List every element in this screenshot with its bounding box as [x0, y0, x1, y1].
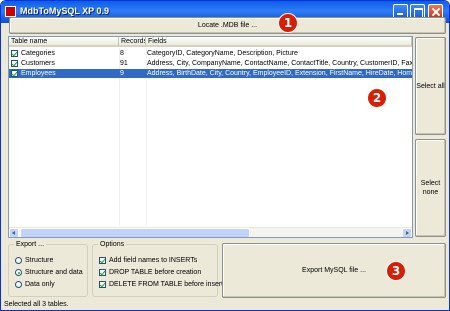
row-records: 9 — [120, 70, 124, 77]
option-checkbox[interactable] — [99, 257, 106, 264]
horizontal-scrollbar[interactable] — [9, 227, 412, 237]
row-fields: Address, City, CompanyName, ContactName,… — [147, 60, 412, 67]
export-option-structure-and-data[interactable]: Structure and data — [15, 268, 83, 277]
export-mysql-button[interactable]: Export MySQL file ... — [222, 243, 446, 298]
window-title: MdbToMySQL XP 0.9 — [20, 6, 110, 16]
export-option-label: Data only — [25, 281, 55, 288]
export-option-label: Structure and data — [25, 269, 83, 276]
radio-button[interactable] — [15, 257, 22, 264]
row-records: 91 — [120, 60, 128, 67]
option-label: DELETE FROM TABLE before insert — [109, 281, 224, 288]
column-header-fields[interactable]: Fields — [146, 37, 412, 47]
table-row[interactable]: Customers 91 Address, City, CompanyName,… — [9, 59, 412, 68]
select-none-button[interactable]: Select none — [415, 139, 446, 237]
table-row[interactable]: Categories 8 CategoryID, CategoryName, D… — [9, 49, 412, 58]
export-group: Export ... Structure Structure and data … — [8, 240, 88, 297]
scrollbar-thumb[interactable] — [20, 228, 250, 237]
callout-marker-1: 1 — [278, 13, 298, 33]
row-fields: CategoryID, CategoryName, Description, P… — [147, 50, 298, 57]
row-checkbox[interactable] — [11, 60, 18, 67]
option-label: Add field names to INSERTs — [109, 257, 198, 264]
row-checkbox[interactable] — [11, 70, 18, 77]
row-fields: Address, BirthDate, City, Country, Emplo… — [147, 70, 412, 77]
row-table-name: Categories — [21, 50, 55, 57]
radio-button[interactable] — [15, 269, 22, 276]
export-option-data-only[interactable]: Data only — [15, 280, 55, 289]
scroll-right-icon[interactable] — [402, 228, 412, 237]
export-option-structure[interactable]: Structure — [15, 256, 53, 265]
row-table-name: Employees — [21, 70, 56, 77]
tables-list[interactable]: Table name Records Fields Categories 8 C… — [8, 36, 413, 238]
row-table-name: Customers — [21, 60, 55, 67]
option-delete-from-table[interactable]: DELETE FROM TABLE before insert — [99, 280, 223, 289]
row-records: 8 — [120, 50, 124, 57]
option-checkbox[interactable] — [99, 281, 106, 288]
option-drop-table[interactable]: DROP TABLE before creation — [99, 268, 201, 277]
option-label: DROP TABLE before creation — [109, 269, 202, 276]
callout-marker-3: 3 — [386, 261, 406, 281]
options-group: Options Add field names to INSERTs DROP … — [92, 240, 223, 297]
column-header-table-name[interactable]: Table name — [9, 37, 119, 47]
table-row[interactable]: Employees 9 Address, BirthDate, City, Co… — [9, 69, 412, 78]
callout-marker-2: 2 — [367, 88, 387, 108]
scroll-left-icon[interactable] — [9, 228, 19, 237]
app-icon — [5, 6, 16, 17]
radio-button[interactable] — [15, 281, 22, 288]
select-all-button[interactable]: Select all — [415, 37, 446, 135]
option-add-field-names[interactable]: Add field names to INSERTs — [99, 256, 197, 265]
export-group-title: Export ... — [14, 240, 47, 249]
locate-mdb-button[interactable]: Locate .MDB file ... — [9, 17, 446, 34]
column-header-records[interactable]: Records — [119, 37, 146, 47]
status-bar: Selected all 3 tables. — [4, 301, 69, 308]
options-group-title: Options — [98, 240, 127, 249]
option-checkbox[interactable] — [99, 269, 106, 276]
app-window: MdbToMySQL XP 0.9 Locate .MDB file ... T… — [0, 0, 450, 311]
export-option-label: Structure — [25, 257, 54, 264]
row-checkbox[interactable] — [11, 50, 18, 57]
list-header: Table name Records Fields — [9, 37, 412, 47]
